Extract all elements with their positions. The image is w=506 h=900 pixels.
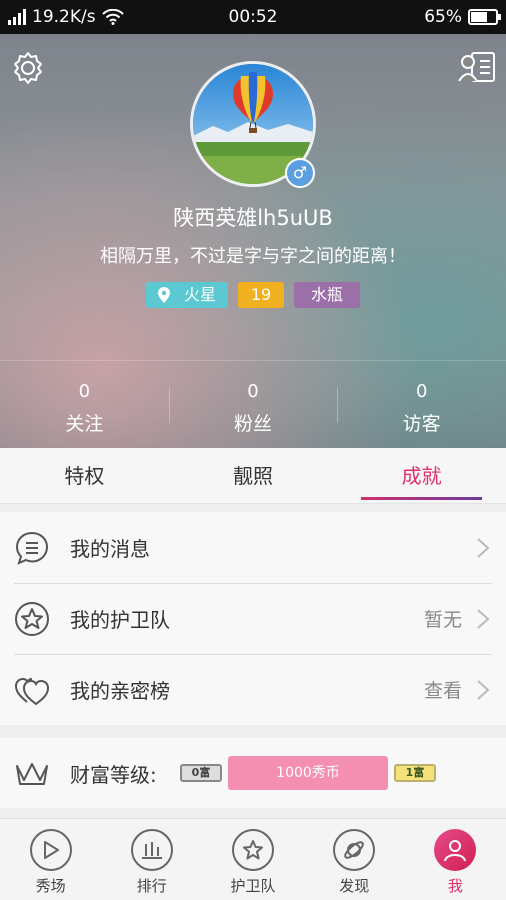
nav-label: 护卫队: [230, 877, 276, 895]
chevron-right-icon: [477, 679, 490, 700]
zodiac-tag: 水瓶: [294, 282, 360, 308]
profile-card-icon[interactable]: [458, 50, 496, 84]
stat-count: 0: [78, 381, 91, 402]
list-item-label: 我的亲密榜: [70, 679, 170, 703]
planet-icon: [333, 829, 376, 871]
list-item-label: 我的消息: [70, 537, 150, 561]
username: 陕西英雄lh5uUB: [173, 206, 333, 230]
stat-fans[interactable]: 0 粉丝: [168, 361, 338, 448]
battery-icon: [468, 9, 501, 25]
stat-visitors[interactable]: 0 访客: [337, 361, 506, 448]
gender-male-icon: ♂: [285, 158, 315, 188]
nav-ranking[interactable]: 排行: [101, 819, 202, 900]
signature: 相隔万里，不过是字与字之间的距离！: [100, 246, 406, 267]
location-pin-icon: [158, 287, 170, 303]
nav-label: 我: [447, 877, 463, 895]
nav-guard-team[interactable]: 护卫队: [202, 819, 303, 900]
list-item-value: 暂无: [423, 609, 462, 631]
chevron-right-icon: [477, 608, 490, 629]
stat-count: 0: [247, 381, 259, 402]
list-item-label: 我的护卫队: [70, 608, 170, 632]
bottom-nav: 秀场 排行 护卫队 发现 我: [0, 818, 506, 900]
list-item-messages[interactable]: 我的消息: [0, 512, 506, 583]
user-icon: [434, 829, 477, 871]
star-icon: [232, 829, 274, 871]
status-bar: 19.2K/s 00:52 65%: [0, 0, 506, 34]
list-item-guard-team[interactable]: 我的护卫队 暂无: [0, 583, 506, 654]
double-heart-icon: [14, 677, 50, 705]
nav-label: 秀场: [35, 877, 66, 895]
settings-gear-icon[interactable]: [10, 50, 46, 86]
wealth-progress-bar: 1000秀币: [228, 756, 388, 790]
tab-privileges[interactable]: 特权: [0, 448, 169, 503]
chevron-right-icon: [477, 537, 490, 558]
nav-me[interactable]: 我: [405, 819, 506, 900]
nav-showroom[interactable]: 秀场: [0, 819, 101, 900]
tab-achievements[interactable]: 成就: [337, 448, 506, 503]
age-tag: 19: [238, 282, 284, 308]
profile-stats: 0 关注 0 粉丝 0 访客: [0, 360, 506, 448]
bar-chart-icon: [130, 829, 173, 871]
list-item-value: 查看: [423, 680, 462, 702]
location-tag: 火星: [146, 282, 228, 308]
wealth-label: 财富等级:: [70, 762, 157, 787]
nav-label: 排行: [136, 877, 167, 895]
stat-label: 访客: [402, 413, 441, 435]
current-wealth-badge: 0富: [180, 764, 222, 782]
stat-label: 关注: [65, 413, 104, 435]
tab-photos[interactable]: 靓照: [169, 448, 338, 503]
nav-label: 发现: [339, 877, 370, 895]
profile-tabs: 特权 靓照 成就: [0, 448, 506, 504]
message-bubble-icon: [15, 531, 49, 565]
list-item-intimacy-ranking[interactable]: 我的亲密榜 查看: [0, 654, 506, 725]
nav-discover[interactable]: 发现: [304, 819, 405, 900]
wealth-level-row[interactable]: 财富等级: 0富 1000秀币 1富: [0, 738, 506, 808]
menu-list: 我的消息 我的护卫队 暂无 我的亲密榜 查看: [0, 512, 506, 725]
battery-percent: 65%: [424, 7, 462, 27]
star-circle-icon: [15, 601, 49, 636]
play-icon: [29, 829, 72, 871]
profile-tags: 火星 19 水瓶: [0, 282, 506, 308]
stat-count: 0: [415, 381, 428, 402]
crown-icon: [16, 763, 48, 785]
next-wealth-badge: 1富: [394, 764, 436, 782]
location-text: 火星: [184, 285, 217, 304]
stat-label: 粉丝: [234, 413, 273, 435]
profile-header: ♂ 陕西英雄lh5uUB 相隔万里，不过是字与字之间的距离！ 火星 19 水瓶 …: [0, 34, 506, 448]
stat-following[interactable]: 0 关注: [0, 361, 169, 448]
